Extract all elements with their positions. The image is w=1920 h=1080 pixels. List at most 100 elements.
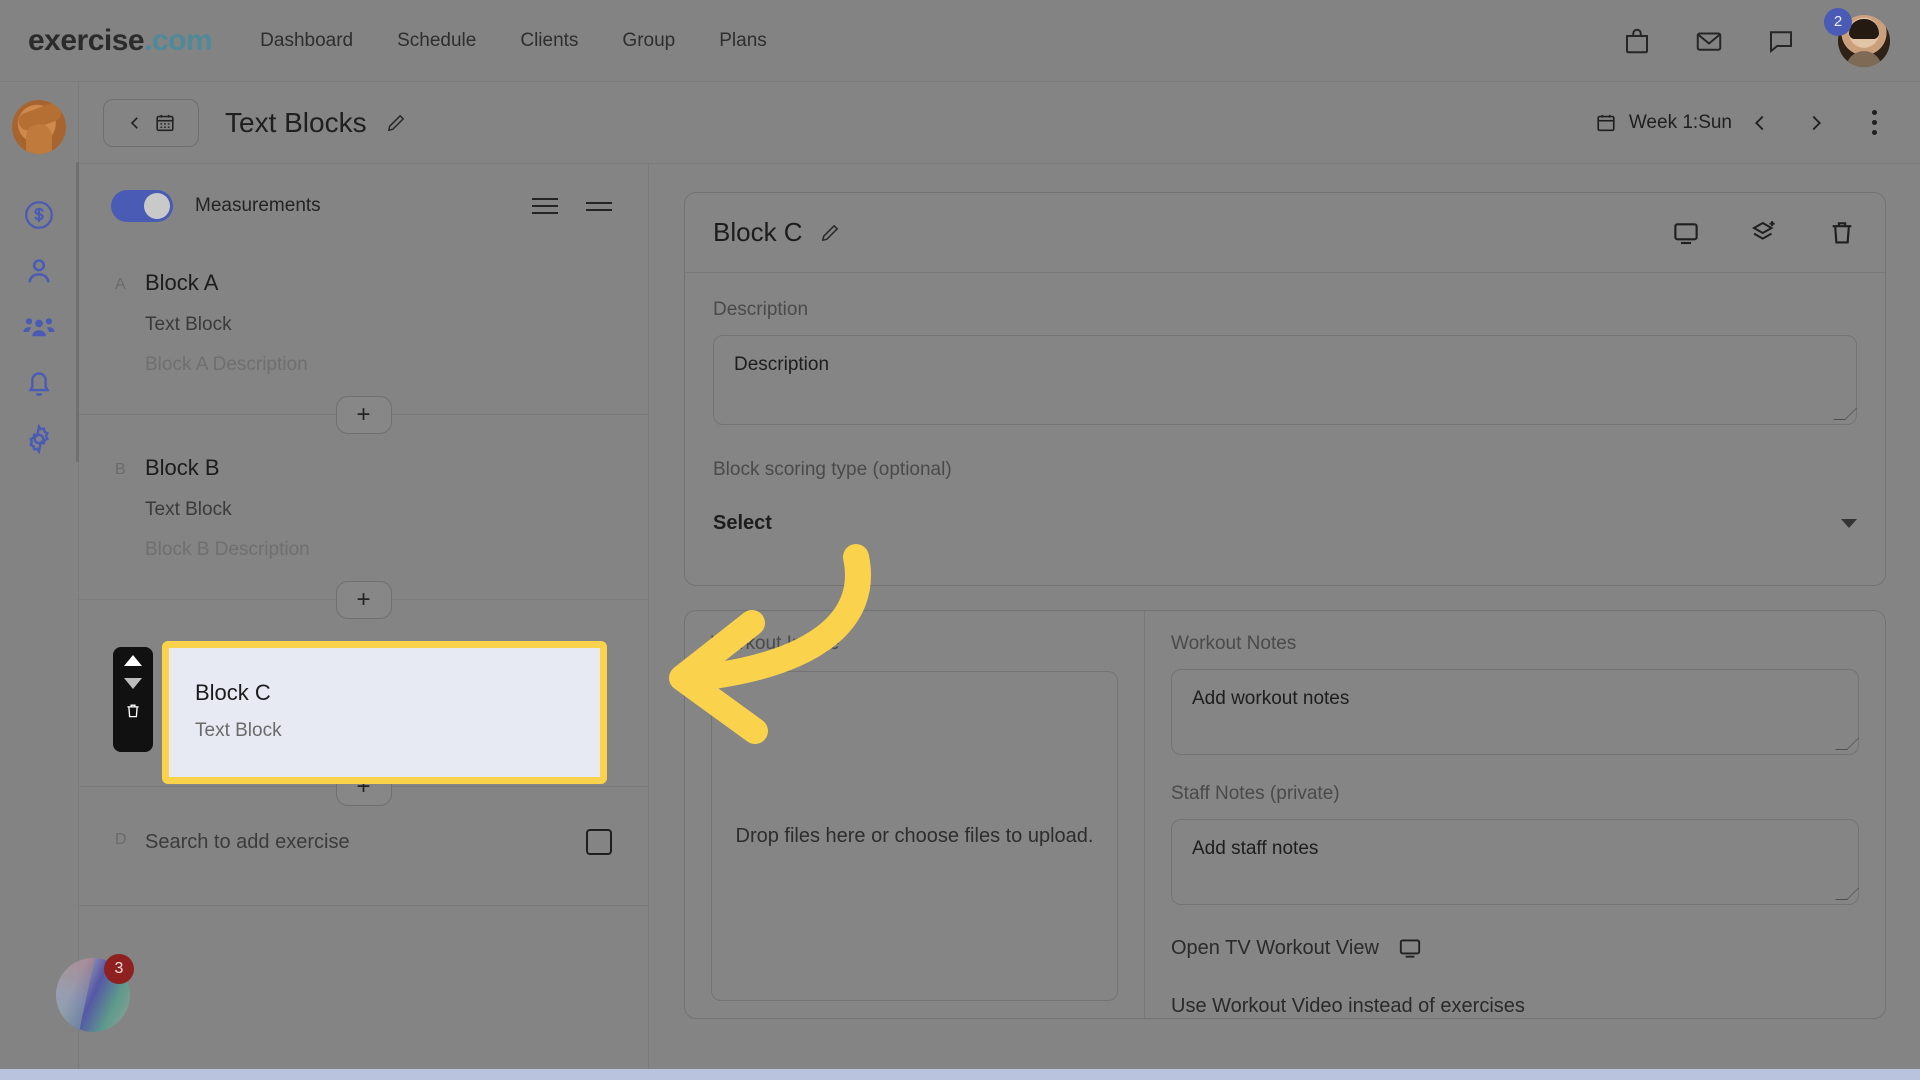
- open-tv-workout-view-row[interactable]: Open TV Workout View: [1171, 935, 1859, 961]
- block-description: Block A Description: [145, 354, 308, 375]
- description-label: Description: [713, 299, 809, 320]
- previous-week-button[interactable]: [1732, 99, 1788, 147]
- block-list-column: Measurements A Block A Text Block Block …: [79, 164, 649, 1080]
- description-placeholder: Description: [734, 354, 830, 375]
- resize-handle-icon[interactable]: [1835, 738, 1859, 750]
- top-navigation-bar: exercise.com Dashboard Schedule Clients …: [0, 0, 1920, 82]
- chevron-left-icon: [1755, 115, 1764, 130]
- dollar-circle-icon[interactable]: [22, 198, 56, 232]
- workout-image-column: Workout Image Drop files here or choose …: [685, 611, 1145, 1018]
- nav-link-dashboard[interactable]: Dashboard: [260, 30, 353, 52]
- workspace-logo[interactable]: [12, 100, 66, 154]
- resize-handle-icon[interactable]: [1833, 408, 1857, 420]
- block-detail-card: Block C Description Description Block sc…: [684, 192, 1886, 586]
- add-placeholder-icon[interactable]: [586, 829, 612, 855]
- edit-title-pencil-icon[interactable]: [385, 112, 407, 134]
- chat-bubble-icon[interactable]: [1766, 26, 1796, 56]
- brand-logo[interactable]: exercise.com: [28, 23, 213, 58]
- block-divider: +: [79, 580, 648, 619]
- delete-block-trash-icon[interactable]: [124, 701, 142, 721]
- scoring-type-label: Block scoring type (optional): [713, 459, 952, 480]
- tv-monitor-icon[interactable]: [1671, 218, 1701, 248]
- bottom-strip: [0, 1069, 1920, 1080]
- resize-handle-icon[interactable]: [1835, 888, 1859, 900]
- workout-notes-column: Workout Notes Add workout notes Staff No…: [1145, 611, 1885, 1018]
- top-nav-links: Dashboard Schedule Clients Group Plans: [260, 30, 767, 52]
- mail-icon[interactable]: [1694, 26, 1724, 56]
- block-list: A Block A Text Block Block A Description…: [79, 248, 648, 906]
- top-nav-actions: 2: [1622, 7, 1890, 67]
- workout-notes-input[interactable]: Add workout notes: [1171, 669, 1859, 755]
- back-to-calendar-button[interactable]: [103, 98, 199, 147]
- workout-image-dropzone[interactable]: Drop files here or choose files to uploa…: [711, 671, 1118, 1001]
- block-list-item[interactable]: A Block A Text Block Block A Description: [79, 248, 648, 396]
- scoring-type-value: Select: [713, 511, 772, 534]
- workout-media-card: Workout Image Drop files here or choose …: [684, 610, 1886, 1019]
- search-exercise-row[interactable]: D Search to add exercise: [79, 805, 648, 879]
- block-detail-actions: [1671, 218, 1857, 248]
- highlighted-block-c-card[interactable]: Block C Text Block: [162, 641, 607, 784]
- dropzone-text: Drop files here or choose files to uploa…: [735, 824, 1094, 847]
- shopping-bag-icon[interactable]: [1622, 26, 1652, 56]
- next-week-button[interactable]: [1788, 99, 1844, 147]
- calendar-icon: [1597, 114, 1615, 131]
- group-icon[interactable]: [22, 310, 56, 344]
- chat-unread-badge: 3: [104, 954, 134, 984]
- block-detail-body: Description Description Block scoring ty…: [685, 273, 1885, 585]
- measurements-actions: [532, 198, 612, 214]
- block-divider-end: [79, 905, 648, 906]
- workout-image-label: Workout Image: [711, 633, 840, 654]
- support-chat-widget[interactable]: 3: [56, 954, 134, 1032]
- open-tv-workout-view-label: Open TV Workout View: [1171, 936, 1379, 959]
- compact-view-icon[interactable]: [586, 201, 612, 211]
- staff-notes-input[interactable]: Add staff notes: [1171, 819, 1859, 905]
- more-options-kebab-icon[interactable]: [1852, 99, 1896, 147]
- person-icon[interactable]: [22, 254, 56, 288]
- app-root: exercise.com Dashboard Schedule Clients …: [0, 0, 1920, 1080]
- measurements-toggle[interactable]: [111, 190, 173, 222]
- use-workout-video-label: Use Workout Video instead of exercises: [1171, 995, 1525, 1017]
- list-view-icon[interactable]: [532, 198, 558, 214]
- block-letter: D: [115, 831, 127, 848]
- move-down-icon[interactable]: [124, 678, 142, 689]
- chevron-down-icon: [1841, 518, 1857, 528]
- avatar[interactable]: 2: [1824, 7, 1890, 67]
- description-input[interactable]: Description: [713, 335, 1857, 425]
- workout-notes-placeholder: Add workout notes: [1192, 688, 1350, 709]
- nav-link-clients[interactable]: Clients: [520, 30, 578, 52]
- week-selector[interactable]: Week 1:Sun: [1595, 112, 1732, 134]
- block-list-item[interactable]: B Block B Text Block Block B Description: [79, 433, 648, 581]
- workout-notes-label: Workout Notes: [1171, 633, 1297, 654]
- block-detail-header: Block C: [685, 193, 1885, 273]
- scoring-type-select[interactable]: Select: [713, 495, 1857, 551]
- nav-link-schedule[interactable]: Schedule: [397, 30, 476, 52]
- block-letter: B: [115, 461, 126, 478]
- move-up-icon[interactable]: [124, 655, 142, 666]
- staff-notes-label: Staff Notes (private): [1171, 783, 1340, 804]
- nav-link-plans[interactable]: Plans: [719, 30, 767, 52]
- staff-notes-placeholder: Add staff notes: [1192, 838, 1319, 859]
- week-label: Week 1:Sun: [1628, 111, 1732, 133]
- brand-logo-main: exercise: [28, 23, 145, 57]
- block-type: Text Block: [145, 314, 232, 335]
- add-block-button[interactable]: +: [335, 395, 392, 434]
- block-detail-title: Block C: [713, 217, 803, 247]
- edit-block-name-pencil-icon[interactable]: [819, 222, 841, 244]
- add-block-button[interactable]: +: [335, 580, 392, 619]
- nav-link-group[interactable]: Group: [622, 30, 675, 52]
- measurements-label: Measurements: [195, 195, 321, 216]
- chevron-right-icon: [1812, 115, 1821, 130]
- delete-block-trash-icon[interactable]: [1827, 218, 1857, 248]
- page-header: Text Blocks Week 1:Sun: [79, 82, 1920, 164]
- bell-icon[interactable]: [22, 366, 56, 400]
- block-reorder-toolbar: [113, 647, 153, 752]
- gear-icon[interactable]: [22, 422, 56, 456]
- duplicate-layers-icon[interactable]: [1749, 218, 1779, 248]
- search-exercise-label: Search to add exercise: [145, 830, 350, 853]
- notification-badge: 2: [1824, 7, 1852, 36]
- left-icon-rail: [0, 82, 80, 1080]
- page-header-actions: Week 1:Sun: [1595, 99, 1896, 147]
- tv-monitor-icon[interactable]: [1397, 935, 1423, 961]
- block-type: Text Block: [195, 720, 282, 741]
- block-name: Block B: [145, 455, 220, 480]
